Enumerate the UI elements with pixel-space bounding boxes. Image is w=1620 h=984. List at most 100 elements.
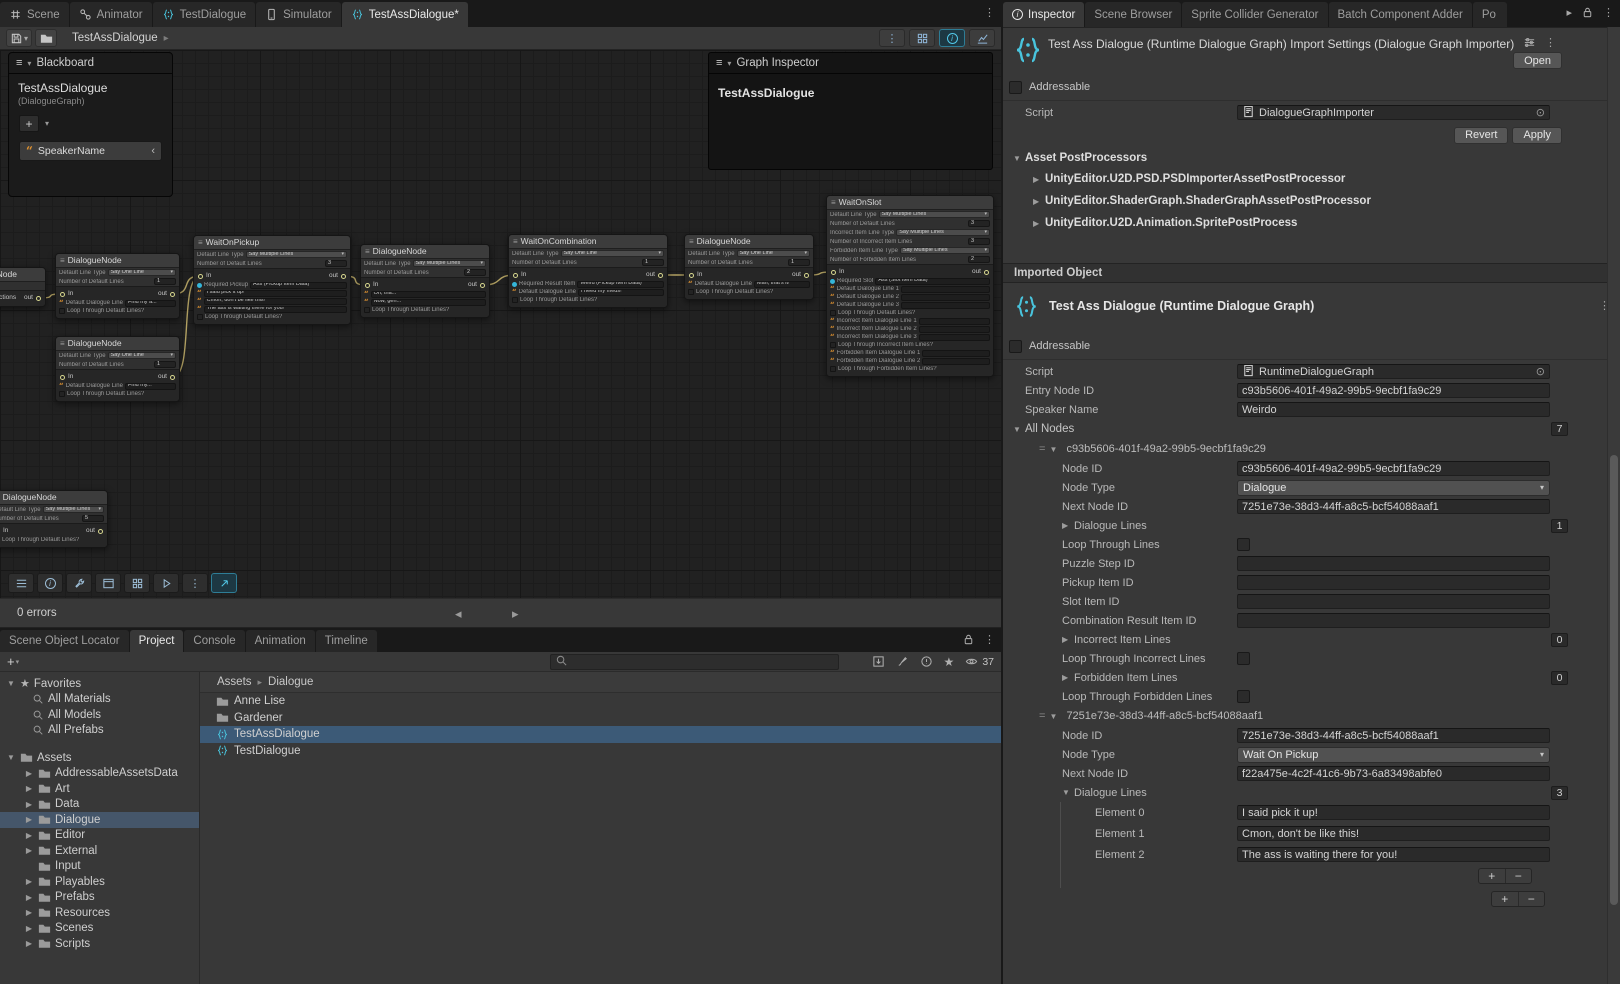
script-object-field[interactable]: RuntimeDialogueGraph ⊙ <box>1237 364 1550 379</box>
dropdown-field[interactable]: Say Multiple Lines▾ <box>413 260 486 267</box>
tab-simulator[interactable]: Simulator <box>256 2 341 27</box>
text-field[interactable]: 7251e73e-38d3-44ff-a8c5-bcf54088aaf1 <box>1237 728 1550 743</box>
lock-icon[interactable] <box>1581 6 1594 19</box>
array-size-field[interactable]: 0 <box>1551 633 1568 647</box>
dialogue-line-field[interactable]: Now, gen... <box>371 299 486 306</box>
in-port[interactable] <box>689 273 694 278</box>
graph-node-dialoguenode-8[interactable]: ≡DialogueNodeDefault Line TypeSay Multip… <box>0 490 108 548</box>
graph-node-waitonpickup-3[interactable]: ≡WaitOnPickupDefault Line TypeSay Multip… <box>193 235 351 325</box>
tree-item-scripts[interactable]: ▶Scripts <box>0 936 199 952</box>
tree-item-playables[interactable]: ▶Playables <box>0 874 199 890</box>
graph-inspector-header[interactable]: ≡ ▾ Graph Inspector <box>709 53 992 74</box>
wrench-tool-button[interactable] <box>66 573 92 593</box>
dropdown-field[interactable]: Say One Line▾ <box>108 269 176 276</box>
tab-testdialogue[interactable]: TestDialogue <box>153 2 255 27</box>
dropdown-field[interactable]: Dialogue▾ <box>1237 480 1550 496</box>
dialogue-line-field[interactable]: Find my a... <box>125 300 176 307</box>
kebab-toggle-button[interactable]: ⋮ <box>879 29 905 47</box>
blackboard-panel[interactable]: ≡ ▾ Blackboard TestAssDialogue (Dialogue… <box>8 52 173 197</box>
checkbox[interactable] <box>1237 538 1250 551</box>
tree-item-prefabs[interactable]: ▶Prefabs <box>0 890 199 906</box>
open-button[interactable]: Open <box>1513 52 1562 69</box>
tab-inspector[interactable]: iInspector <box>1003 2 1084 27</box>
tree-item-editor[interactable]: ▶Editor <box>0 828 199 844</box>
foldout-row-incorrect-item-lines[interactable]: ▶Incorrect Item Lines0 <box>1003 630 1620 649</box>
dialogue-line-field[interactable]: Oh, tha... <box>371 291 486 298</box>
file-item-testassdialogue[interactable]: TestAssDialogue <box>200 726 1001 743</box>
node-group-header[interactable]: =▼c93b5606-401f-49a2-99b5-9ecbf1fa9c29 <box>1003 439 1620 459</box>
element-field[interactable]: Cmon, don't be like this! <box>1237 826 1550 841</box>
speaker-name-field[interactable]: Weirdo <box>1237 402 1550 417</box>
dialogue-line-field[interactable] <box>919 318 990 325</box>
foldout-row-dialogue-lines[interactable]: ▶Dialogue Lines1 <box>1003 516 1620 535</box>
create-asset-button[interactable]: + ▾ <box>7 654 19 669</box>
dialogue-line-field[interactable] <box>901 302 990 309</box>
gridb-toggle-button[interactable] <box>909 29 935 47</box>
text-field[interactable]: c93b5606-401f-49a2-99b5-9ecbf1fa9c29 <box>1237 461 1550 476</box>
kebab-tool-button[interactable]: ⋮ <box>182 573 208 593</box>
tree-item-favorites[interactable]: ▼★Favorites <box>0 676 199 692</box>
graph-node-header[interactable]: ≡DialogueNode <box>0 491 107 505</box>
lock-icon[interactable] <box>962 633 975 646</box>
graph-node-header[interactable]: ≡DialogueNode <box>361 245 489 259</box>
tree-item-input[interactable]: Input <box>0 859 199 875</box>
kebab-icon[interactable]: ⋮ <box>984 633 995 646</box>
link-tool-button[interactable] <box>211 573 237 593</box>
dialogue-line-field[interactable] <box>901 294 990 301</box>
graph-node-header[interactable]: ≡WaitOnPickup <box>194 236 350 250</box>
brush-icon[interactable] <box>896 655 909 668</box>
number-field[interactable]: 1 <box>154 361 176 368</box>
tab-po[interactable]: Po <box>1473 2 1507 27</box>
remove-element-button[interactable]: − <box>1519 892 1545 906</box>
entry-node-field[interactable]: c93b5606-401f-49a2-99b5-9ecbf1fa9c29 <box>1237 383 1550 398</box>
checkbox[interactable] <box>830 366 836 372</box>
chevright-icon[interactable]: ▸ <box>1566 6 1572 19</box>
tree-item-data[interactable]: ▶Data <box>0 797 199 813</box>
graph-node-waitonslot-7[interactable]: ≡WaitOnSlotDefault Line TypeSay Multiple… <box>826 195 994 377</box>
script-object-field[interactable]: DialogueGraphImporter ⊙ <box>1237 105 1550 120</box>
object-field[interactable]: Ass (Pickup Item Data) <box>250 282 347 289</box>
tree-item-all-materials[interactable]: All Materials <box>0 692 199 708</box>
text-field[interactable] <box>1237 575 1550 590</box>
dropdown-field[interactable]: Say One Line▾ <box>108 352 176 359</box>
gridb-tool-button[interactable] <box>124 573 150 593</box>
blackboard-header[interactable]: ≡ ▾ Blackboard <box>9 53 172 74</box>
text-field[interactable]: 7251e73e-38d3-44ff-a8c5-bcf54088aaf1 <box>1237 499 1550 514</box>
in-port[interactable] <box>60 375 65 380</box>
panel-tool-button[interactable] <box>95 573 121 593</box>
graph-node-dialoguenode-6[interactable]: ≡DialogueNodeDefault Line TypeSay One Li… <box>684 234 814 300</box>
dropdown-field[interactable]: Say One Line▾ <box>737 250 810 257</box>
add-element-button[interactable]: + <box>1479 869 1506 883</box>
tree-item-assets[interactable]: ▼Assets <box>0 750 199 766</box>
star-icon[interactable]: ★ <box>944 655 955 669</box>
tab-testassdialogue[interactable]: TestAssDialogue* <box>342 2 468 27</box>
foldout-row-dialogue-lines[interactable]: ▼Dialogue Lines3 <box>1003 783 1620 802</box>
checkbox[interactable] <box>1237 690 1250 703</box>
dropdown-field[interactable]: Say Multiple Lines▾ <box>896 229 990 236</box>
dialogue-line-field[interactable] <box>919 326 990 333</box>
graph-node-dialoguenode-2[interactable]: ≡DialogueNodeDefault Line TypeSay One Li… <box>55 336 180 402</box>
dialogue-line-field[interactable] <box>922 350 990 357</box>
import-icon[interactable] <box>872 655 885 668</box>
drag-handle-icon[interactable]: = <box>1039 710 1044 722</box>
checkbox[interactable] <box>197 314 203 320</box>
inspector-scrollbar[interactable] <box>1607 27 1620 984</box>
postprocessor-unityeditor-shadergraph-shadergraphassetpostprocessor[interactable]: ▶UnityEditor.ShaderGraph.ShaderGraphAsse… <box>1003 190 1620 212</box>
tree-item-resources[interactable]: ▶Resources <box>0 905 199 921</box>
in-port[interactable] <box>831 270 836 275</box>
tab-animation[interactable]: Animation <box>246 630 315 652</box>
tab-scene[interactable]: Scene <box>0 2 69 27</box>
out-port[interactable] <box>984 270 989 275</box>
object-picker-icon[interactable]: ⊙ <box>1536 106 1545 119</box>
project-path-breadcrumb[interactable]: Assets▸Dialogue <box>200 672 1001 693</box>
dialogue-line-field[interactable]: Find my... <box>125 383 176 390</box>
all-nodes-foldout[interactable]: ▼ All Nodes 7 <box>1003 419 1620 439</box>
dropdown-field[interactable]: Say Multiple Lines▾ <box>246 251 347 258</box>
tab-animator[interactable]: Animator <box>70 2 152 27</box>
dialogue-line-field[interactable] <box>919 334 990 341</box>
in-port[interactable] <box>60 292 65 297</box>
graph-breadcrumb[interactable]: TestAssDialogue ▸ <box>72 32 169 44</box>
text-field[interactable] <box>1237 594 1550 609</box>
graph-node-header[interactable]: ≡DialogueNode <box>56 337 179 351</box>
graph-canvas[interactable]: ≡StartNodeAll Connectionsout≡DialogueNod… <box>0 50 1001 598</box>
